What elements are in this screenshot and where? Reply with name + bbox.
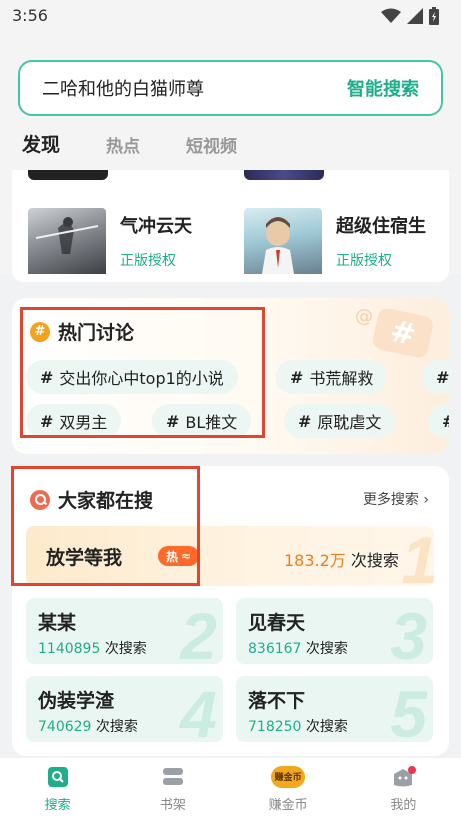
search-item[interactable]: 3 见春天 836167 次搜索: [236, 598, 433, 664]
topic-label: 原耽虐文: [317, 413, 382, 432]
hash-icon: #: [442, 412, 449, 431]
book-cover[interactable]: [28, 208, 106, 274]
search-count-unit: 次搜索: [305, 641, 348, 657]
book-list: 气冲云天 正版授权 超级住宿生 正版授权: [12, 170, 449, 282]
topic-chip[interactable]: # 原耽虐文: [284, 404, 396, 438]
tab-short-video[interactable]: 短视频: [186, 132, 237, 157]
more-searches-label: 更多搜索: [362, 492, 419, 508]
search-item[interactable]: 4 伪装学渣 740629 次搜索: [26, 676, 223, 742]
highlight-box: [20, 307, 265, 438]
rank-number: 1: [401, 523, 438, 597]
search-count: 1140895 次搜索: [38, 638, 147, 658]
search-count-unit: 次搜索: [350, 551, 399, 570]
profile-icon: [394, 765, 417, 786]
book-title[interactable]: 气冲云天: [120, 212, 192, 238]
search-count-unit: 次搜索: [305, 719, 348, 735]
topic-label: 书荒解救: [309, 369, 374, 388]
book-card[interactable]: 气冲云天 正版授权: [28, 208, 192, 274]
at-sign-decoration: @: [355, 306, 373, 327]
hash-icon: #: [436, 367, 449, 387]
nav-item-search[interactable]: 搜索: [0, 758, 115, 820]
bottom-nav: 搜索 书架 赚金币 赚金币 我的: [0, 758, 461, 820]
coin-icon-label: 赚金币: [274, 773, 302, 783]
topic-chip-partial[interactable]: #: [422, 360, 449, 394]
highlight-box: [11, 466, 200, 586]
search-count: 718250 次搜索: [248, 716, 348, 736]
search-item[interactable]: 2 某某 1140895 次搜索: [26, 598, 223, 664]
search-item-name: 见春天: [248, 612, 306, 634]
search-bar[interactable]: 二哈和他的白猫师尊 智能搜索: [18, 60, 443, 116]
nav-label: 书架: [159, 797, 186, 813]
battery-icon: [429, 7, 439, 25]
coin-icon: 赚金币: [271, 765, 306, 788]
search-count-value: 740629: [38, 719, 92, 735]
chevron-right-icon: ›: [423, 492, 429, 508]
hash-tag-decoration: #: [371, 306, 435, 360]
signal-icon: [407, 8, 423, 24]
search-count-unit: 次搜索: [104, 641, 147, 657]
search-count: 183.2万 次搜索: [284, 547, 399, 571]
tab-bar: 发现 热点 短视频: [22, 130, 237, 157]
search-item-name: 落不下: [248, 690, 306, 712]
book-license-tag: 正版授权: [120, 253, 176, 269]
smart-search-button[interactable]: 智能搜索: [347, 75, 419, 101]
nav-item-bookshelf[interactable]: 书架: [115, 758, 230, 820]
search-count-value: 836167: [248, 641, 302, 657]
search-item[interactable]: 5 落不下 718250 次搜索: [236, 676, 433, 742]
search-count-value: 183.2万: [284, 551, 346, 570]
rank-number: 2: [180, 599, 217, 664]
rank-number: 5: [390, 677, 427, 742]
nav-label: 搜索: [44, 797, 71, 813]
wifi-icon: [381, 8, 401, 23]
book-cover-partial: [28, 170, 108, 180]
search-tab-icon: [47, 766, 68, 787]
nav-label: 赚金币: [268, 797, 308, 813]
search-count: 836167 次搜索: [248, 638, 348, 658]
nav-item-profile[interactable]: 我的: [346, 758, 461, 820]
hash-icon: #: [298, 411, 312, 431]
search-count-value: 718250: [248, 719, 302, 735]
search-input[interactable]: 二哈和他的白猫师尊: [42, 75, 204, 101]
status-time: 3:56: [12, 6, 48, 25]
rank-number: 3: [390, 599, 427, 664]
book-card[interactable]: 超级住宿生 正版授权: [244, 208, 426, 274]
book-cover[interactable]: [244, 208, 322, 274]
tab-hot[interactable]: 热点: [106, 132, 140, 157]
search-item-name: 某某: [38, 612, 77, 634]
rank-number: 4: [180, 677, 217, 742]
search-count-unit: 次搜索: [95, 719, 138, 735]
nav-item-earn-coins[interactable]: 赚金币 赚金币: [231, 758, 346, 820]
nav-label: 我的: [390, 797, 417, 813]
search-count-value: 1140895: [38, 641, 101, 657]
hash-icon: #: [290, 367, 304, 387]
tab-discover[interactable]: 发现: [22, 130, 61, 157]
topic-chip-partial[interactable]: #: [428, 404, 449, 438]
status-icons: [381, 7, 439, 25]
book-license-tag: 正版授权: [336, 253, 392, 269]
more-searches-link[interactable]: 更多搜索 ›: [363, 489, 429, 509]
search-item-name: 伪装学渣: [38, 690, 115, 712]
book-title[interactable]: 超级住宿生: [336, 212, 426, 238]
search-count: 740629 次搜索: [38, 716, 138, 736]
topic-chip[interactable]: # 书荒解救: [276, 360, 388, 394]
book-cover-partial: [244, 170, 324, 180]
bookshelf-icon: [162, 767, 183, 785]
